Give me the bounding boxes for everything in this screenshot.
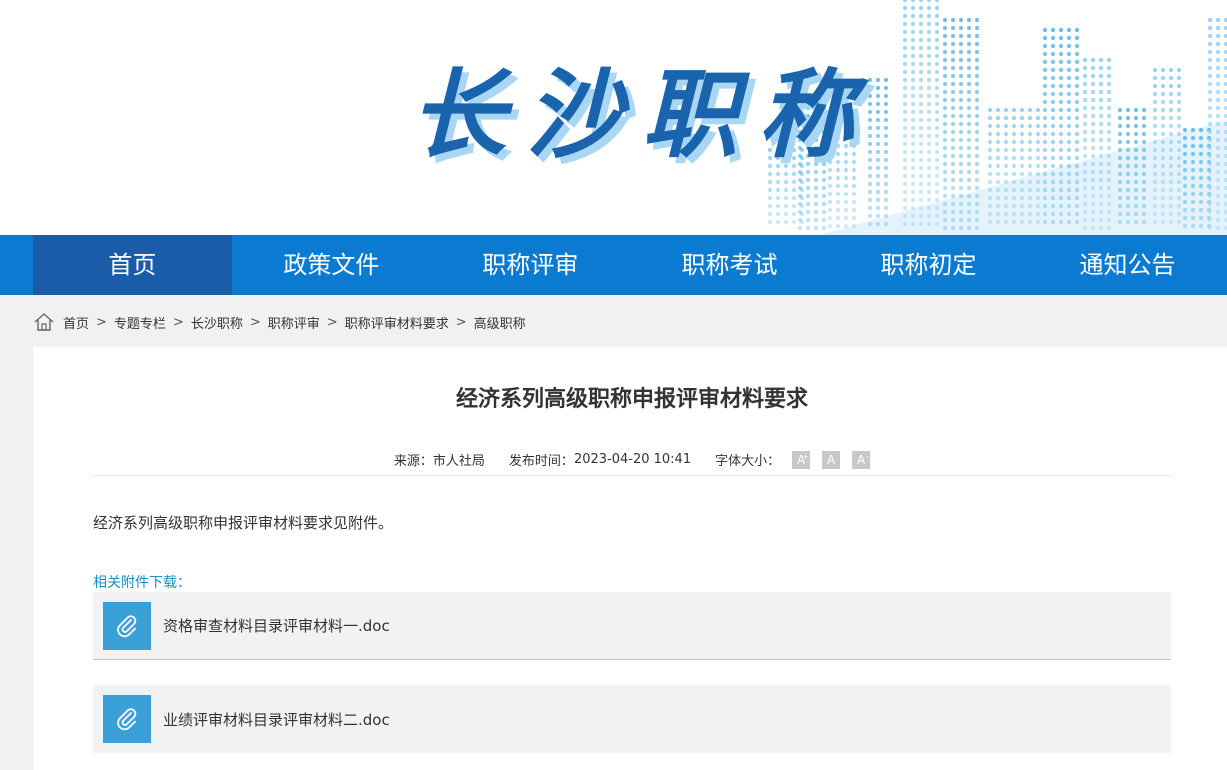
site-banner: 长沙职称 [0, 0, 1227, 235]
breadcrumb-home[interactable]: 首页 [63, 313, 89, 332]
nav-item-policy[interactable]: 政策文件 [232, 235, 431, 295]
source-value: 市人社局 [432, 454, 485, 469]
breadcrumb-separator: > [326, 314, 338, 330]
attachment-item[interactable]: 资格审查材料目录评审材料一.doc [93, 592, 1171, 660]
breadcrumb-changsha-title[interactable]: 长沙职称 [191, 313, 243, 332]
breadcrumb-separator: > [96, 314, 107, 330]
nav-item-review[interactable]: 职称评审 [431, 235, 630, 295]
breadcrumb-separator: > [249, 314, 261, 330]
attachment-name[interactable]: 资格审查材料目录评审材料一.doc [163, 615, 390, 636]
home-icon [34, 313, 54, 331]
nav-item-notice[interactable]: 通知公告 [1028, 235, 1227, 295]
nav-item-home[interactable]: 首页 [32, 235, 232, 295]
breadcrumb: 首页 > 专题专栏 > 长沙职称 > 职称评审 > 职称评审材料要求 > 高级职… [33, 310, 526, 334]
breadcrumb-topics[interactable]: 专题专栏 [114, 313, 166, 332]
attachment-name[interactable]: 业绩评审材料目录评审材料二.doc [163, 709, 390, 730]
breadcrumb-separator: > [455, 314, 467, 330]
font-increase-button[interactable]: A + [792, 450, 811, 469]
nav-item-exam[interactable]: 职称考试 [630, 235, 829, 295]
font-decrease-button[interactable]: A- [852, 450, 871, 469]
source-label: 来源： [393, 454, 433, 469]
site-title: 长沙职称 [410, 59, 874, 171]
breadcrumb-senior-title[interactable]: 高级职称 [474, 313, 526, 332]
paperclip-icon [103, 601, 151, 650]
breadcrumb-material-requirements[interactable]: 职称评审材料要求 [345, 313, 449, 332]
main-nav: 首页 政策文件 职称评审 职称考试 职称初定 通知公告 [0, 235, 1227, 295]
font-size-label: 字体大小： [715, 454, 781, 469]
publish-date: 2023-04-20 10:41 [573, 452, 692, 467]
meta-divider [93, 475, 1171, 476]
article-body: 经济系列高级职称申报评审材料要求见附件。 [93, 514, 394, 532]
breadcrumb-review[interactable]: 职称评审 [268, 313, 320, 332]
article-title: 经济系列高级职称申报评审材料要求 [455, 387, 808, 412]
font-reset-button[interactable]: A [822, 450, 841, 469]
paperclip-icon [103, 695, 151, 743]
article-card: 经济系列高级职称申报评审材料要求 来源： 市人社局 发布时间： 2023-04-… [33, 347, 1227, 770]
attachments-label: 相关附件下载： [93, 575, 191, 591]
breadcrumb-separator: > [172, 314, 184, 330]
attachment-item[interactable]: 业绩评审材料目录评审材料二.doc [93, 685, 1171, 753]
nav-item-initial[interactable]: 职称初定 [829, 235, 1028, 295]
date-label: 发布时间： [508, 454, 574, 469]
article-meta: 来源： 市人社局 发布时间： 2023-04-20 10:41 字体大小： A +… [33, 450, 1227, 469]
